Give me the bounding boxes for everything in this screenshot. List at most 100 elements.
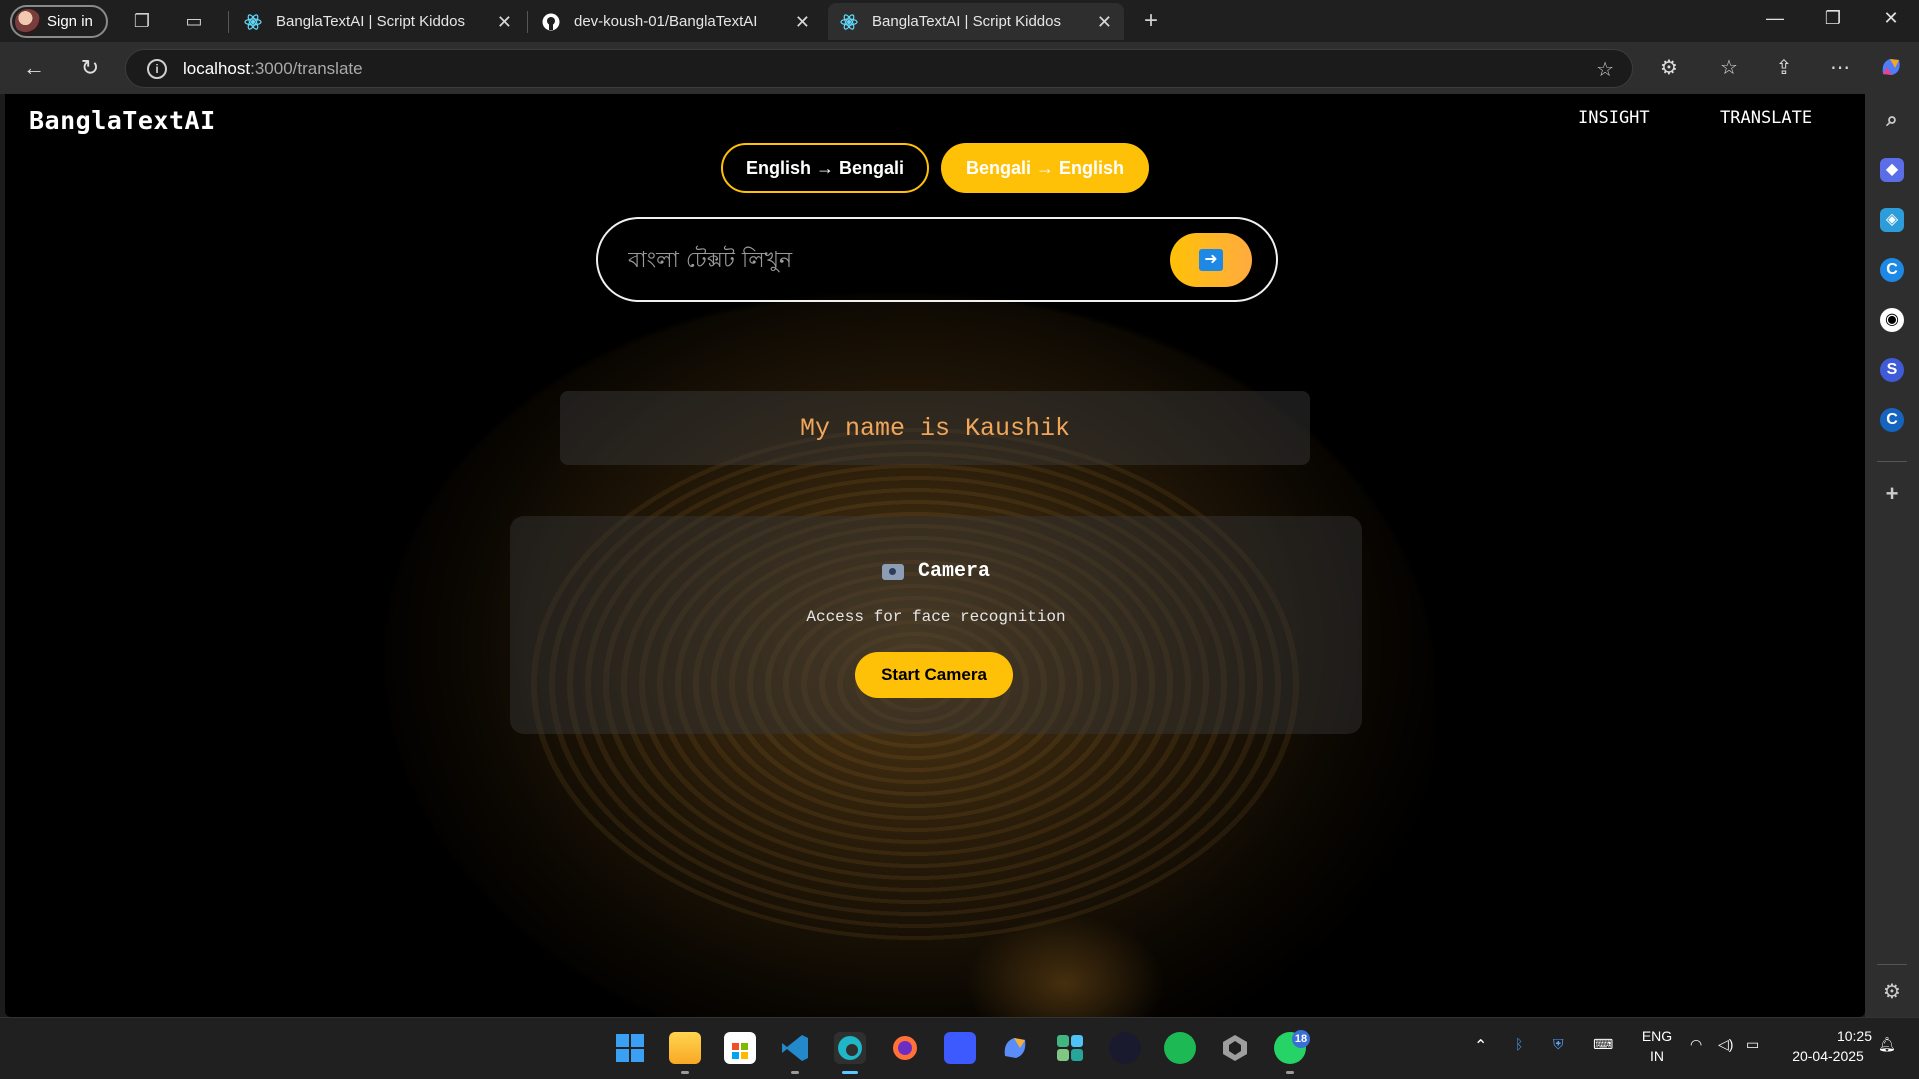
edge-browser-icon[interactable] (834, 1032, 866, 1064)
minimize-icon[interactable]: — (1760, 8, 1790, 29)
tab-github-repo[interactable]: dev-koush-01/BanglaTextAI ✕ (530, 3, 822, 40)
firefox-icon[interactable] (889, 1032, 921, 1064)
active-indicator (842, 1071, 858, 1074)
app-logo[interactable]: BanglaTextAI (29, 106, 216, 135)
clock-date: 20-04-2025 (1792, 1048, 1864, 1064)
bluetooth-icon[interactable]: ᛒ (1515, 1036, 1523, 1052)
profile-signin-button[interactable]: Sign in (10, 5, 108, 38)
github-sidebar-icon[interactable]: ◉ (1880, 308, 1904, 332)
copilot-taskbar-icon[interactable] (999, 1032, 1031, 1064)
brain-stem-glow (965, 914, 1165, 1017)
bengali-to-english-button[interactable]: Bengali → English (941, 143, 1149, 193)
tab-divider (527, 11, 528, 33)
tab-close-icon[interactable]: ✕ (497, 12, 512, 33)
running-indicator (791, 1071, 799, 1074)
right-arrow-icon: ➜ (1199, 249, 1223, 271)
keyboard-icon[interactable]: ⌨ (1593, 1036, 1613, 1053)
camera-title: Camera (917, 560, 990, 583)
camera-heading: Camera (510, 560, 1362, 583)
extensions-icon[interactable]: ⚙ (1655, 54, 1683, 82)
address-bar-row: ← ↻ i localhost:3000/translate ☆ ⚙ ☆ ⇪ ⋯ (0, 42, 1919, 94)
c-blue-app-icon[interactable]: C (1880, 408, 1904, 432)
tab-banglatextai-1[interactable]: BanglaTextAI | Script Kiddos ✕ (232, 3, 524, 40)
file-explorer-icon[interactable] (669, 1032, 701, 1064)
url-field[interactable]: i localhost:3000/translate ☆ (125, 49, 1633, 88)
shopping-icon[interactable]: ◈ (1880, 208, 1904, 232)
dev-tool-icon[interactable] (1109, 1032, 1141, 1064)
url-host: localhost (183, 58, 251, 78)
whatsapp-notification-badge: 18 (1292, 1030, 1310, 1048)
url-text: localhost:3000/translate (183, 59, 363, 79)
start-camera-button[interactable]: Start Camera (855, 652, 1013, 698)
edge-sidebar: ⌕ ◆ ◈ C ◉ S C + ⚙ (1865, 94, 1919, 1017)
settings-gear-icon[interactable]: ⚙ (1880, 980, 1904, 1004)
camera-icon (881, 563, 904, 580)
windows-taskbar: 18 ⌃ ᛒ ⛨ ⌨ ENG IN ◠ ◁) ▭ 10:25 20-04-202… (0, 1017, 1919, 1079)
new-tab-icon[interactable]: + (1139, 9, 1163, 33)
sidebar-divider (1877, 964, 1907, 965)
english-to-bengali-button[interactable]: English → Bengali (721, 143, 929, 193)
close-window-icon[interactable]: ✕ (1876, 8, 1906, 29)
clock-time: 10:25 (1836, 1028, 1872, 1044)
battery-icon[interactable]: ▭ (1746, 1036, 1759, 1053)
react-favicon-icon (244, 13, 262, 31)
nav-insight[interactable]: INSIGHT (1578, 108, 1650, 128)
refresh-icon[interactable]: ↻ (76, 54, 104, 82)
volume-icon[interactable]: ◁) (1718, 1036, 1733, 1053)
camera-card: Camera Access for face recognition Start… (510, 516, 1362, 734)
tab-title: BanglaTextAI | Script Kiddos (276, 13, 465, 30)
share-icon[interactable]: ⇪ (1770, 54, 1798, 82)
ai-app-icon[interactable] (944, 1032, 976, 1064)
tab-close-icon[interactable]: ✕ (1097, 12, 1112, 33)
add-sidebar-icon[interactable]: + (1880, 482, 1904, 506)
language-indicator[interactable]: ENG IN (1635, 1026, 1679, 1066)
sidebar-divider (1877, 461, 1907, 462)
tray-overflow-icon[interactable]: ⌃ (1474, 1036, 1487, 1056)
back-arrow-icon[interactable]: ← (20, 54, 48, 82)
spotify-icon[interactable] (1164, 1032, 1196, 1064)
wifi-icon[interactable]: ◠ (1690, 1036, 1702, 1053)
signin-label: Sign in (47, 13, 93, 30)
profile-avatar (15, 8, 41, 35)
tab-title: dev-koush-01/BanglaTextAI (574, 13, 758, 30)
favorite-star-icon[interactable]: ☆ (1596, 57, 1614, 82)
url-path: :3000/translate (250, 58, 363, 78)
bangla-text-input[interactable] (628, 237, 1148, 283)
notification-bell-icon[interactable]: 🔔︎ (1878, 1036, 1896, 1053)
copilot-icon[interactable] (1877, 54, 1905, 82)
widgets-icon[interactable] (1054, 1032, 1086, 1064)
clock[interactable]: 10:25 20-04-2025 (1784, 1026, 1872, 1066)
react-favicon-icon (840, 13, 858, 31)
browser-tab-bar: Sign in ❐ ▭ BanglaTextAI | Script Kiddos… (0, 0, 1919, 42)
page-viewport: BanglaTextAI INSIGHT TRANSLATE English →… (5, 94, 1865, 1017)
language-code: ENG (1641, 1028, 1673, 1044)
translate-submit-button[interactable]: ➜ (1170, 233, 1252, 287)
translation-result: My name is Kaushik (560, 391, 1310, 465)
vscode-icon[interactable] (779, 1032, 811, 1064)
microsoft-store-icon[interactable] (724, 1032, 756, 1064)
github-favicon-icon (542, 13, 560, 31)
favorites-icon[interactable]: ☆ (1715, 54, 1743, 82)
tab-close-icon[interactable]: ✕ (795, 12, 810, 33)
translate-input-container: ➜ (596, 217, 1278, 302)
search-icon[interactable]: ⌕ (1880, 108, 1904, 132)
camera-subtitle: Access for face recognition (806, 608, 1066, 626)
more-menu-icon[interactable]: ⋯ (1826, 54, 1854, 82)
running-indicator (1286, 1071, 1294, 1074)
nav-translate[interactable]: TRANSLATE (1720, 108, 1812, 128)
tab-title: BanglaTextAI | Script Kiddos (872, 13, 1061, 30)
site-info-icon[interactable]: i (147, 58, 167, 79)
tab-banglatextai-active[interactable]: BanglaTextAI | Script Kiddos ✕ (828, 3, 1124, 40)
unity-icon[interactable] (1219, 1032, 1251, 1064)
restore-icon[interactable]: ❐ (1818, 8, 1848, 29)
start-menu-icon[interactable] (614, 1032, 646, 1064)
workspaces-icon[interactable]: ❐ (130, 9, 154, 33)
region-code: IN (1650, 1048, 1664, 1064)
s-app-icon[interactable]: S (1880, 358, 1904, 382)
tab-divider (228, 11, 229, 33)
c-app-icon[interactable]: C (1880, 258, 1904, 282)
vertical-tabs-icon[interactable]: ▭ (182, 9, 206, 33)
copilot-sidebar-icon[interactable]: ◆ (1880, 158, 1904, 182)
security-shield-icon[interactable]: ⛨ (1553, 1036, 1564, 1053)
running-indicator (681, 1071, 689, 1074)
